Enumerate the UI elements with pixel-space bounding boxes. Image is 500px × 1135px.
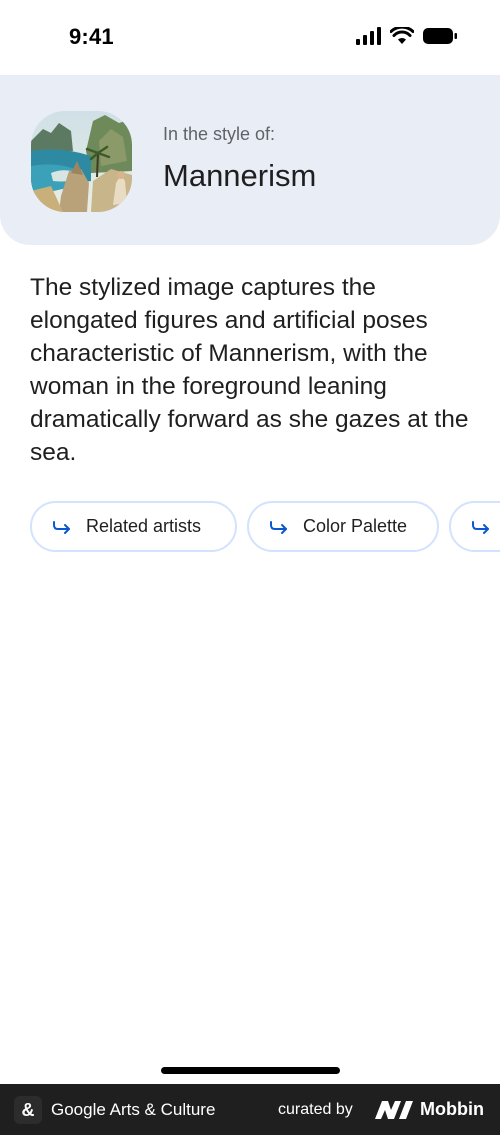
home-indicator[interactable] — [161, 1067, 340, 1074]
footer-brand-label: Google Arts & Culture — [51, 1100, 216, 1119]
forward-arrow-icon — [472, 520, 489, 534]
style-header-card: In the style of: Mannerism — [0, 75, 500, 245]
mobbin-logo-icon — [375, 1101, 413, 1119]
color-palette-chip[interactable]: Color Palette — [247, 501, 439, 552]
related-artists-chip[interactable]: Related artists — [30, 501, 237, 552]
google-arts-culture-logo: & — [14, 1096, 42, 1124]
forward-arrow-icon — [270, 520, 287, 534]
wifi-icon — [390, 27, 414, 44]
chip-label: Related artists — [86, 516, 202, 536]
style-name-title: Mannerism — [163, 158, 317, 193]
stylized-image-thumbnail[interactable] — [31, 111, 132, 212]
status-time: 9:41 — [69, 24, 114, 49]
more-chip[interactable] — [449, 501, 500, 552]
curated-by-label: curated by — [278, 1101, 353, 1118]
attribution-footer: & Google Arts & Culture curated by Mobbi… — [0, 1084, 500, 1135]
mobbin-wordmark: Mobbin — [420, 1099, 484, 1119]
status-icons — [356, 27, 458, 45]
chip-label: Color Palette — [303, 516, 408, 536]
suggestion-chips: Related artists Color Palette — [30, 501, 500, 553]
status-bar: 9:41 — [0, 0, 500, 75]
page: 9:41 In the style of: Mannerism The styl… — [0, 0, 500, 1135]
forward-arrow-icon — [53, 520, 70, 534]
cellular-signal-icon — [356, 27, 381, 45]
style-kicker-label: In the style of: — [163, 124, 276, 144]
style-description: The stylized image captures the elongate… — [30, 274, 469, 466]
battery-icon — [423, 28, 457, 44]
